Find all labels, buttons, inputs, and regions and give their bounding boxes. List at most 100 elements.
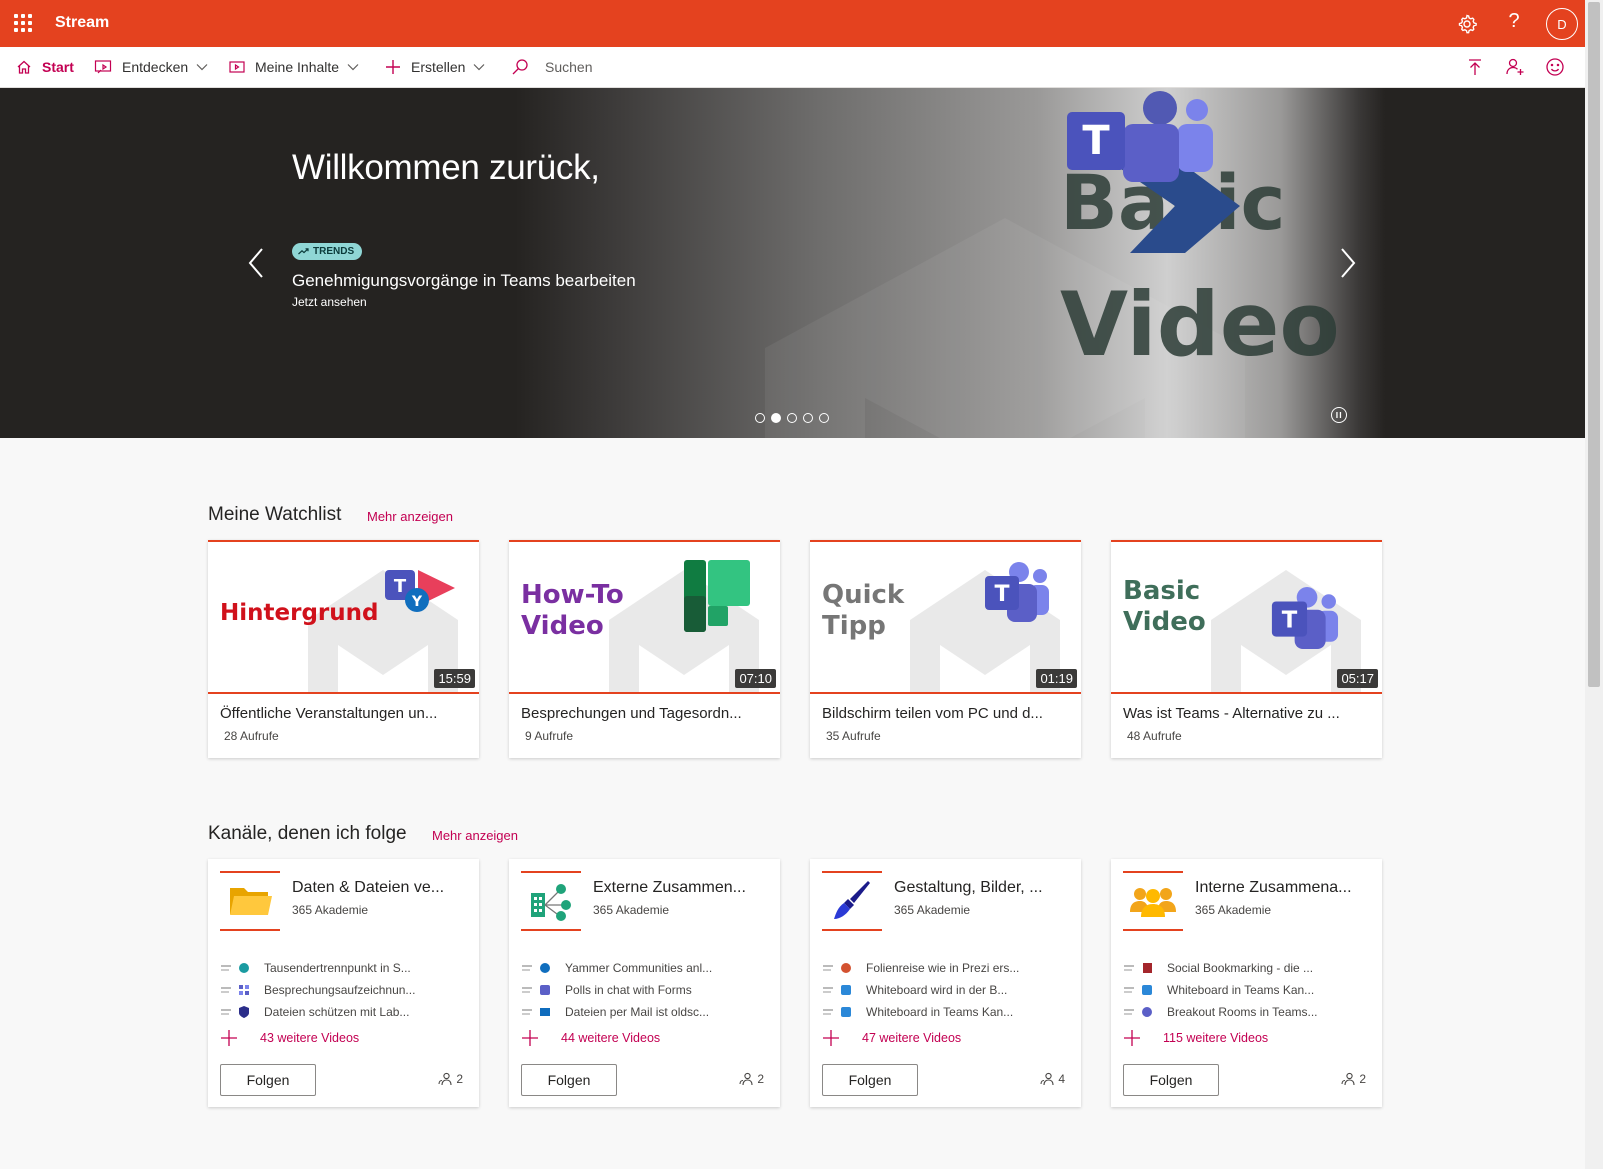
channel-video-item[interactable]: Besprechungsaufzeichnun... [220,981,415,999]
nav-meine-inhalte-label: Meine Inhalte [255,59,340,75]
carousel-dot-2[interactable] [771,413,781,423]
carousel-pause-icon[interactable] [1331,407,1347,423]
carousel-dot-1[interactable] [755,413,765,423]
watchlist-heading: Meine Watchlist [208,504,342,525]
page-scrollbar[interactable] [1585,0,1603,1169]
planner-icon [684,560,750,632]
folder-icon [230,888,272,915]
search-box[interactable]: Suchen [511,47,592,87]
video-card[interactable]: Quick Tipp T 01:19 Bildschirm teilen vom… [810,540,1081,758]
video-thumbnail[interactable]: Hintergrund T Y 15:59 [208,542,479,694]
video-card[interactable]: Hintergrund T Y 15:59 Öffentliche Verans… [208,540,479,758]
channel-video-item[interactable]: Folienreise wie in Prezi ers... [822,959,1019,977]
home-icon [17,60,31,74]
plus-icon [522,1030,538,1046]
follow-button[interactable]: Folgen [220,1064,316,1096]
scrollbar-thumb[interactable] [1588,2,1600,687]
channel-name[interactable]: Externe Zusammen... [593,879,768,897]
channel-video-title: Tausendertrennpunkt in S... [264,961,411,975]
video-thumbnail[interactable]: Quick Tipp T 01:19 [810,542,1081,694]
followers-icon [1040,1072,1054,1086]
video-title[interactable]: Bildschirm teilen vom PC und d... [822,705,1070,722]
nav-entdecken[interactable]: Entdecken [94,47,208,87]
video-thumbnail[interactable]: Basic Video T 05:17 [1111,542,1382,694]
help-icon[interactable]: ? [1504,10,1524,33]
channel-video-title: Yammer Communities anl... [565,961,713,975]
video-title[interactable]: Besprechungen und Tagesordn... [521,705,769,722]
trends-badge-label: TRENDS [313,246,355,257]
feedback-smiley-icon[interactable] [1545,57,1565,77]
channel-video-item[interactable]: Dateien per Mail ist oldsc... [521,1003,709,1021]
nav-start-label: Start [42,59,74,75]
video-mini-thumbnail [1123,983,1155,997]
trending-icon [298,248,309,255]
search-input[interactable]: Suchen [545,59,592,75]
settings-gear-icon[interactable] [1455,12,1479,36]
channel-video-item[interactable]: Whiteboard wird in der B... [822,981,1007,999]
channel-video-title: Breakout Rooms in Teams... [1167,1005,1318,1019]
channel-followers: 2 [438,1072,463,1086]
channel-name[interactable]: Daten & Dateien ve... [292,879,467,897]
channel-more-videos[interactable]: 115 weitere Videos [1123,1029,1268,1047]
channel-video-title: Dateien per Mail ist oldsc... [565,1005,710,1019]
video-card[interactable]: Basic Video T 05:17 Was ist Teams - Alte… [1111,540,1382,758]
nav-meine-inhalte[interactable]: Meine Inhalte [229,47,359,87]
channel-video-item[interactable]: Whiteboard in Teams Kan... [1123,981,1314,999]
follow-button[interactable]: Folgen [1123,1064,1219,1096]
carousel-next-icon[interactable] [1336,243,1360,283]
upload-icon[interactable] [1465,57,1485,77]
follower-count: 2 [456,1072,463,1086]
video-mini-thumbnail [521,1005,553,1019]
carousel-dot-4[interactable] [803,413,813,423]
channel-more-videos[interactable]: 44 weitere Videos [521,1029,660,1047]
plus-icon [386,60,400,74]
channel-more-videos[interactable]: 43 weitere Videos [220,1029,359,1047]
app-title[interactable]: Stream [55,14,109,32]
teams-power-automate-icon: T [1067,91,1240,253]
follow-button[interactable]: Folgen [521,1064,617,1096]
watchlist-more-link[interactable]: Mehr anzeigen [367,509,453,524]
carousel-dot-5[interactable] [819,413,829,423]
channel-video-item[interactable]: Social Bookmarking - die ... [1123,959,1313,977]
carousel-dot-3[interactable] [787,413,797,423]
channel-more-videos[interactable]: 47 weitere Videos [822,1029,961,1047]
video-views: 28 Aufrufe [224,729,279,743]
add-user-icon[interactable] [1505,57,1525,77]
channel-org: 365 Akademie [593,903,670,917]
channels-more-link[interactable]: Mehr anzeigen [432,828,518,843]
user-avatar[interactable]: D [1546,8,1578,40]
channel-org: 365 Akademie [894,903,971,917]
channel-video-item[interactable]: Polls in chat with Forms [521,981,692,999]
nav-start[interactable]: Start [16,47,74,87]
channel-name[interactable]: Interne Zusammena... [1195,879,1370,897]
my-content-icon [229,61,245,73]
video-thumbnail[interactable]: How-To Video 07:10 [509,542,780,694]
channel-video-item[interactable]: Yammer Communities anl... [521,959,712,977]
app-launcher-icon[interactable] [14,14,32,32]
video-title[interactable]: Öffentliche Veranstaltungen un... [220,705,468,722]
nav-bar: Start Entdecken Meine Inhalte Erstellen … [0,47,1585,88]
hero-watch-now-link[interactable]: Jetzt ansehen [292,295,367,309]
channel-video-item[interactable]: Whiteboard in Teams Kan... [822,1003,1013,1021]
carousel-prev-icon[interactable] [244,243,268,283]
plus-icon [221,1030,237,1046]
thumbnail-text: Quick Tipp [822,580,905,642]
channel-video-item[interactable]: Breakout Rooms in Teams... [1123,1003,1318,1021]
follow-button[interactable]: Folgen [822,1064,918,1096]
video-mini-thumbnail [220,1005,252,1019]
channel-icon[interactable] [822,871,882,931]
video-title[interactable]: Was ist Teams - Alternative zu ... [1123,705,1371,722]
channel-icon[interactable] [220,871,280,931]
channel-video-item[interactable]: Tausendertrennpunkt in S... [220,959,411,977]
nav-erstellen[interactable]: Erstellen [385,47,485,87]
hero-background-image[interactable]: Basic Video T [515,88,1385,438]
channel-icon[interactable] [521,871,581,931]
video-card[interactable]: How-To Video 07:10 Besprechungen und Tag… [509,540,780,758]
channel-icon[interactable] [1123,871,1183,931]
carousel-pager [755,413,829,423]
channel-video-item[interactable]: Dateien schützen mit Lab... [220,1003,409,1021]
hero-video-title[interactable]: Genehmigungsvorgänge in Teams bearbeiten [292,271,636,291]
channel-name[interactable]: Gestaltung, Bilder, ... [894,879,1069,897]
paintbrush-icon [834,881,870,919]
teams-icon: T [985,562,1049,622]
